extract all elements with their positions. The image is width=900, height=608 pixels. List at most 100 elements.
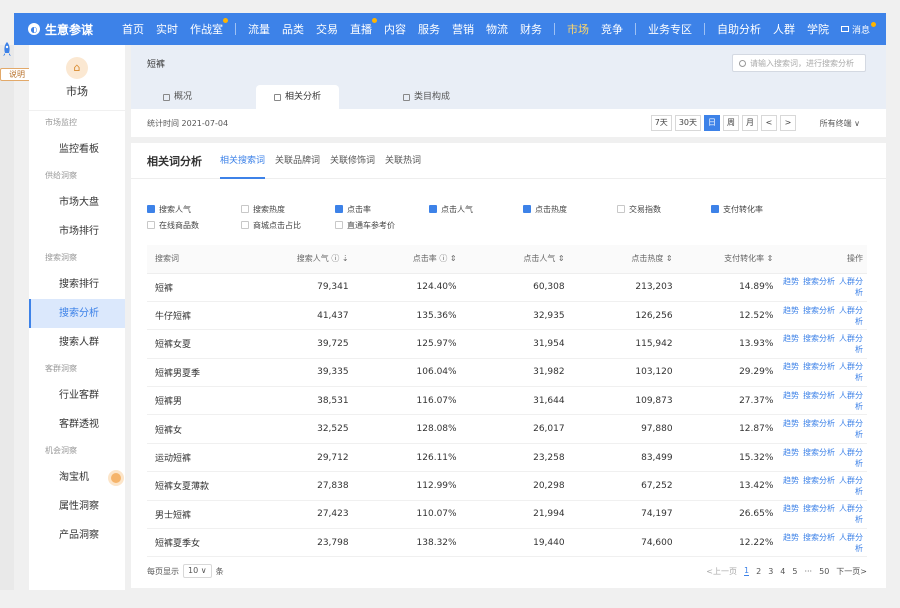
row-action-link[interactable]: 搜索分析 (803, 476, 835, 485)
row-action-link[interactable]: 趋势 (783, 476, 799, 485)
range-button[interactable]: 日 (704, 115, 720, 131)
row-action-link[interactable]: 趋势 (783, 362, 799, 371)
row-action-link[interactable]: 搜索分析 (803, 277, 835, 286)
row-action-link[interactable]: 人群分析 (839, 277, 863, 297)
row-action-link[interactable]: 搜索分析 (803, 504, 835, 513)
tab-2[interactable]: 类目构成 (385, 85, 468, 109)
section-tab[interactable]: 关联品牌词 (275, 143, 320, 179)
sidebar-item[interactable]: 搜索排行 (29, 270, 125, 299)
sidebar-item[interactable]: 市场排行 (29, 217, 125, 246)
section-tab[interactable]: 相关搜索词 (220, 143, 266, 179)
nav-item-11[interactable]: 财务 (520, 21, 542, 37)
row-action-link[interactable]: 趋势 (783, 504, 799, 513)
floating-assistant-icon[interactable] (111, 473, 121, 483)
row-action-link[interactable]: 搜索分析 (803, 306, 835, 315)
row-action-link[interactable]: 趋势 (783, 419, 799, 428)
sidebar-item[interactable]: 客群透视 (29, 410, 125, 439)
app-logo[interactable]: ◐ 生意参谋 (14, 21, 116, 38)
row-action-link[interactable]: 人群分析 (839, 391, 863, 411)
nav-item-12[interactable]: 市场 (567, 21, 589, 37)
page-size-select[interactable]: 10 ∨ (183, 564, 212, 578)
tab-0[interactable]: 概况 (145, 85, 210, 109)
metric-checkbox[interactable]: 直通车参考价 (335, 220, 429, 231)
nav-item-10[interactable]: 物流 (486, 21, 508, 37)
next-page-button[interactable]: 下一页> (836, 566, 867, 577)
metric-checkbox[interactable]: 搜索人气 (147, 204, 241, 215)
nav-item-16[interactable]: 人群 (773, 21, 795, 37)
terminal-select[interactable]: 所有终端 ∨ (820, 118, 860, 129)
sidebar-item[interactable]: 行业客群 (29, 381, 125, 410)
nav-item-15[interactable]: 自助分析 (717, 21, 761, 37)
sidebar-item[interactable]: 监控看板 (29, 135, 125, 164)
row-action-link[interactable]: 人群分析 (839, 448, 863, 468)
row-action-link[interactable]: 人群分析 (839, 504, 863, 524)
nav-item-0[interactable]: 首页 (122, 21, 144, 37)
nav-item-1[interactable]: 实时 (156, 21, 178, 37)
row-action-link[interactable]: 人群分析 (839, 334, 863, 354)
column-header[interactable]: 支付转化率 ⇕ (672, 245, 774, 274)
metric-checkbox[interactable]: 搜索热度 (241, 204, 335, 215)
metric-checkbox[interactable]: 在线商品数 (147, 220, 241, 231)
row-action-link[interactable]: 人群分析 (839, 306, 863, 326)
column-header[interactable]: 点击率 ⓘ ⇕ (348, 245, 457, 274)
range-button[interactable]: 30天 (674, 115, 701, 131)
nav-item-14[interactable]: 业务专区 (648, 21, 692, 37)
row-action-link[interactable]: 搜索分析 (803, 533, 835, 542)
sidebar-item[interactable]: 搜索人群 (29, 328, 125, 357)
section-tab[interactable]: 关联修饰词 (330, 143, 375, 179)
nav-item-17[interactable]: 学院 (807, 21, 829, 37)
row-action-link[interactable]: 趋势 (783, 448, 799, 457)
prev-page-button[interactable]: <上一页 (706, 566, 737, 577)
range-button[interactable]: > (780, 115, 796, 131)
range-button[interactable]: < (761, 115, 777, 131)
page-link[interactable]: 5 (792, 567, 797, 576)
row-action-link[interactable]: 人群分析 (839, 419, 863, 439)
row-action-link[interactable]: 趋势 (783, 334, 799, 343)
search-input[interactable]: 请输入搜索词，进行搜索分析 (732, 54, 866, 72)
section-tab[interactable]: 关联热词 (385, 143, 421, 179)
row-action-link[interactable]: 搜索分析 (803, 334, 835, 343)
nav-item-8[interactable]: 服务 (418, 21, 440, 37)
metric-checkbox[interactable]: 支付转化率 (711, 204, 805, 215)
column-header[interactable]: 点击热度 ⇕ (564, 245, 673, 274)
nav-item-5[interactable]: 交易 (316, 21, 338, 37)
messages-button[interactable]: 消息 (840, 21, 876, 36)
range-button[interactable]: 周 (723, 115, 739, 131)
tab-1[interactable]: 相关分析 (256, 85, 340, 109)
row-action-link[interactable]: 搜索分析 (803, 448, 835, 457)
page-link[interactable]: 1 (744, 566, 750, 576)
row-action-link[interactable]: 人群分析 (839, 533, 863, 553)
range-button[interactable]: 月 (742, 115, 758, 131)
row-action-link[interactable]: 搜索分析 (803, 391, 835, 400)
nav-item-3[interactable]: 流量 (248, 21, 270, 37)
metric-checkbox[interactable]: 点击人气 (429, 204, 523, 215)
sidebar-item[interactable]: 淘宝机 (29, 463, 125, 492)
row-action-link[interactable]: 趋势 (783, 533, 799, 542)
nav-item-2[interactable]: 作战室 (190, 18, 228, 37)
row-action-link[interactable]: 趋势 (783, 277, 799, 286)
row-action-link[interactable]: 人群分析 (839, 362, 863, 382)
page-link[interactable]: 50 (819, 567, 829, 576)
nav-item-9[interactable]: 营销 (452, 21, 474, 37)
page-link[interactable]: 3 (768, 567, 773, 576)
page-link[interactable]: 4 (780, 567, 785, 576)
metric-checkbox[interactable]: 点击热度 (523, 204, 617, 215)
sidebar-item[interactable]: 搜索分析 (29, 299, 125, 328)
rocket-icon[interactable] (2, 42, 12, 58)
nav-item-6[interactable]: 直播 (350, 18, 377, 37)
sidebar-item[interactable]: 属性洞察 (29, 492, 125, 521)
column-header[interactable]: 点击人气 ⇕ (456, 245, 565, 274)
sidebar-item[interactable]: 产品洞察 (29, 521, 125, 550)
row-action-link[interactable]: 人群分析 (839, 476, 863, 496)
nav-item-13[interactable]: 竞争 (601, 21, 623, 37)
column-header[interactable]: 搜索人气 ⓘ ⇣ (247, 245, 349, 274)
nav-item-4[interactable]: 品类 (282, 21, 304, 37)
page-link[interactable]: 2 (756, 567, 761, 576)
metric-checkbox[interactable]: 商城点击占比 (241, 220, 335, 231)
nav-item-7[interactable]: 内容 (384, 21, 406, 37)
row-action-link[interactable]: 搜索分析 (803, 419, 835, 428)
row-action-link[interactable]: 趋势 (783, 391, 799, 400)
range-button[interactable]: 7天 (650, 115, 672, 131)
metric-checkbox[interactable]: 点击率 (335, 204, 429, 215)
sidebar-item[interactable]: 市场大盘 (29, 188, 125, 217)
